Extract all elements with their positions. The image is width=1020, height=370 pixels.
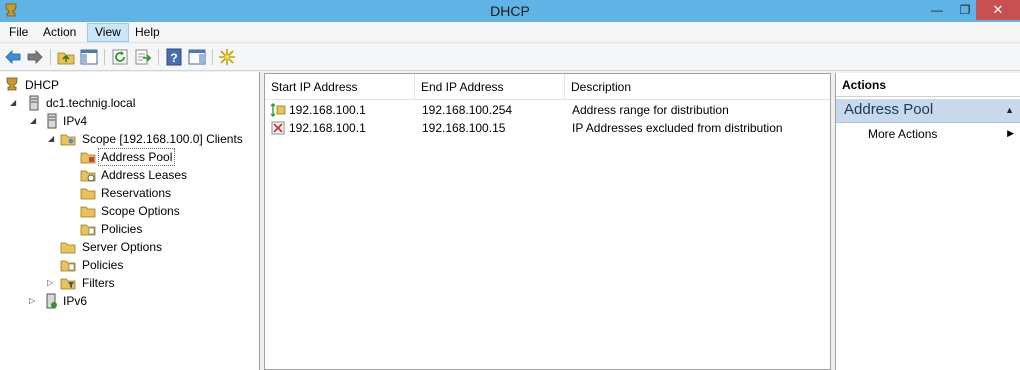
filters-folder-icon	[60, 278, 76, 290]
toolbar: ?	[0, 44, 1020, 71]
tree-label-server-options: Server Options	[82, 240, 163, 254]
tree-label-scope: Scope [192.168.100.0] Clients	[82, 132, 243, 146]
submenu-arrow-icon[interactable]: ▶	[1007, 128, 1014, 139]
forward-arrow-icon[interactable]	[26, 48, 44, 66]
tree-label-ipv4: IPv4	[63, 114, 88, 128]
cell-start-ip: 192.168.100.1	[289, 103, 366, 117]
tree-label-dhcp: DHCP	[25, 78, 60, 92]
server-icon	[29, 95, 39, 111]
exclusion-range-icon	[271, 121, 285, 135]
actions-section-address-pool[interactable]: Address Pool ▲	[836, 99, 1020, 123]
address-range-icon	[270, 103, 286, 117]
column-end-ip[interactable]: End IP Address	[415, 74, 565, 100]
menu-file[interactable]: File	[2, 23, 35, 42]
tree-label-reservations: Reservations	[101, 186, 172, 200]
collapse-icon[interactable]: ◢	[48, 130, 58, 148]
tree-label-server: dc1.technig.local	[46, 96, 136, 110]
back-arrow-icon[interactable]	[4, 48, 22, 66]
column-start-ip[interactable]: Start IP Address	[265, 74, 415, 100]
list-row[interactable]: 192.168.100.1 192.168.100.15 IP Addresse…	[265, 119, 830, 137]
show-hide-action-pane-icon[interactable]	[188, 48, 206, 66]
more-actions-link[interactable]: More Actions	[868, 127, 937, 141]
collapse-icon[interactable]: ◢	[10, 94, 20, 112]
ipv4-server-icon	[47, 113, 57, 129]
cell-start-ip: 192.168.100.1	[289, 121, 366, 135]
close-button[interactable]: ✕	[976, 0, 1020, 20]
cell-description: Address range for distribution	[572, 103, 729, 117]
actions-section-label: Address Pool	[844, 101, 934, 118]
actions-title: Actions	[836, 73, 1020, 97]
collapse-up-icon[interactable]: ▲	[1005, 105, 1014, 115]
export-list-icon[interactable]	[134, 48, 152, 66]
minimize-button[interactable]: —	[922, 0, 952, 20]
scope-options-folder-icon	[80, 206, 96, 218]
new-icon[interactable]	[218, 48, 236, 66]
menu-action[interactable]: Action	[36, 23, 83, 42]
expand-icon[interactable]: ▷	[47, 274, 57, 292]
address-leases-folder-icon	[80, 170, 96, 182]
policies-folder-icon	[80, 224, 96, 236]
actions-pane: Actions Address Pool ▲ More Actions ▶	[835, 73, 1020, 370]
console-tree[interactable]: DHCP ◢ dc1.technig.local ◢ IPv4 ◢ Scope …	[0, 72, 260, 370]
tree-label-filters: Filters	[82, 276, 115, 290]
list-header: Start IP Address End IP Address Descript…	[265, 74, 830, 100]
ipv6-server-icon	[46, 293, 57, 309]
refresh-icon[interactable]	[111, 48, 129, 66]
column-description[interactable]: Description	[565, 74, 830, 100]
address-pool-folder-icon	[80, 152, 96, 164]
collapse-icon[interactable]: ◢	[30, 112, 40, 130]
tree-label-ipv6: IPv6	[63, 294, 88, 308]
scope-folder-icon	[60, 134, 76, 146]
tree-label-address-pool: Address Pool	[98, 148, 176, 166]
help-icon[interactable]: ?	[165, 48, 183, 66]
show-hide-tree-icon[interactable]	[80, 48, 98, 66]
expand-icon[interactable]: ▷	[29, 292, 39, 310]
menu-view[interactable]: View	[87, 23, 129, 42]
cell-end-ip: 192.168.100.254	[422, 103, 513, 117]
policies-folder-icon	[60, 260, 76, 272]
reservations-folder-icon	[80, 188, 96, 200]
svg-text:?: ?	[170, 51, 177, 65]
cell-description: IP Addresses excluded from distribution	[572, 121, 783, 135]
tree-label-scope-policies: Policies	[101, 222, 143, 236]
menu-help[interactable]: Help	[128, 23, 167, 42]
list-row[interactable]: 192.168.100.1 192.168.100.254 Address ra…	[265, 101, 830, 119]
up-folder-icon[interactable]	[57, 48, 75, 66]
results-list[interactable]: Start IP Address End IP Address Descript…	[264, 73, 831, 370]
cell-end-ip: 192.168.100.15	[422, 121, 506, 135]
window-title: DHCP	[490, 3, 530, 19]
tree-label-address-leases: Address Leases	[101, 168, 188, 182]
menu-bar: File Action View Help	[0, 22, 1020, 43]
server-options-folder-icon	[60, 242, 76, 254]
tree-label-scope-options: Scope Options	[101, 204, 180, 218]
dhcp-trophy-icon	[6, 77, 18, 91]
title-bar[interactable]: DHCP — ❐ ✕	[0, 0, 1020, 22]
tree-label-policies: Policies	[82, 258, 124, 272]
